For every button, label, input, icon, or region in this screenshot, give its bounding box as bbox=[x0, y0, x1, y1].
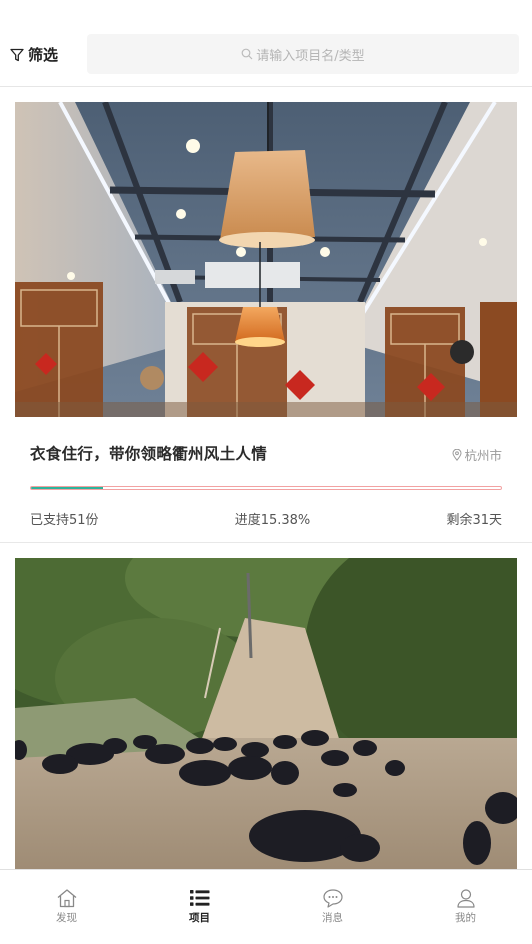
search-placeholder: 请输入项目名/类型 bbox=[256, 48, 365, 64]
tab-mine[interactable]: 我的 bbox=[399, 870, 532, 944]
project-location: 杭州市 bbox=[452, 445, 502, 464]
bottom-tab-bar: 发现 项目 消息 我的 bbox=[0, 869, 532, 944]
filter-label: 筛选 bbox=[28, 46, 59, 64]
project-location-text: 杭州市 bbox=[464, 448, 502, 463]
progress-percent: 进度15.38% bbox=[234, 513, 311, 528]
search-input[interactable]: 请输入项目名/类型 bbox=[87, 34, 519, 74]
top-bar: 筛选 请输入项目名/类型 bbox=[0, 0, 532, 87]
project-card[interactable]: 衣食住行，带你领略衢州风土人情 杭州市 已支持51份 进度15.38% 剩余31… bbox=[0, 88, 532, 543]
home-icon bbox=[57, 889, 76, 908]
project-image[interactable] bbox=[15, 558, 517, 869]
progress-fill bbox=[31, 487, 104, 489]
tab-label: 消息 bbox=[322, 912, 343, 924]
project-image[interactable] bbox=[15, 102, 517, 417]
tab-projects[interactable]: 项目 bbox=[133, 870, 266, 944]
project-stats: 已支持51份 进度15.38% 剩余31天 bbox=[30, 509, 502, 528]
user-icon bbox=[456, 889, 475, 908]
project-card[interactable] bbox=[0, 543, 532, 869]
project-list[interactable]: 衣食住行，带你领略衢州风土人情 杭州市 已支持51份 进度15.38% 剩余31… bbox=[0, 88, 532, 869]
location-pin-icon bbox=[452, 448, 462, 461]
progress-bar bbox=[30, 486, 502, 490]
list-icon bbox=[189, 890, 209, 906]
filter-icon bbox=[10, 48, 24, 61]
filter-button[interactable]: 筛选 bbox=[10, 44, 58, 65]
tab-label: 我的 bbox=[455, 912, 476, 924]
chat-icon bbox=[322, 889, 343, 908]
tab-label: 项目 bbox=[189, 912, 210, 924]
search-icon bbox=[241, 48, 253, 60]
project-title: 衣食住行，带你领略衢州风土人情 bbox=[30, 445, 268, 463]
tab-discover[interactable]: 发现 bbox=[0, 870, 133, 944]
supported-count: 已支持51份 bbox=[30, 513, 99, 528]
tab-messages[interactable]: 消息 bbox=[266, 870, 399, 944]
days-remaining: 剩余31天 bbox=[446, 513, 502, 528]
tab-label: 发现 bbox=[56, 912, 77, 924]
restaurant-interior-photo bbox=[15, 102, 517, 417]
black-pigs-hillside-photo bbox=[15, 558, 517, 869]
